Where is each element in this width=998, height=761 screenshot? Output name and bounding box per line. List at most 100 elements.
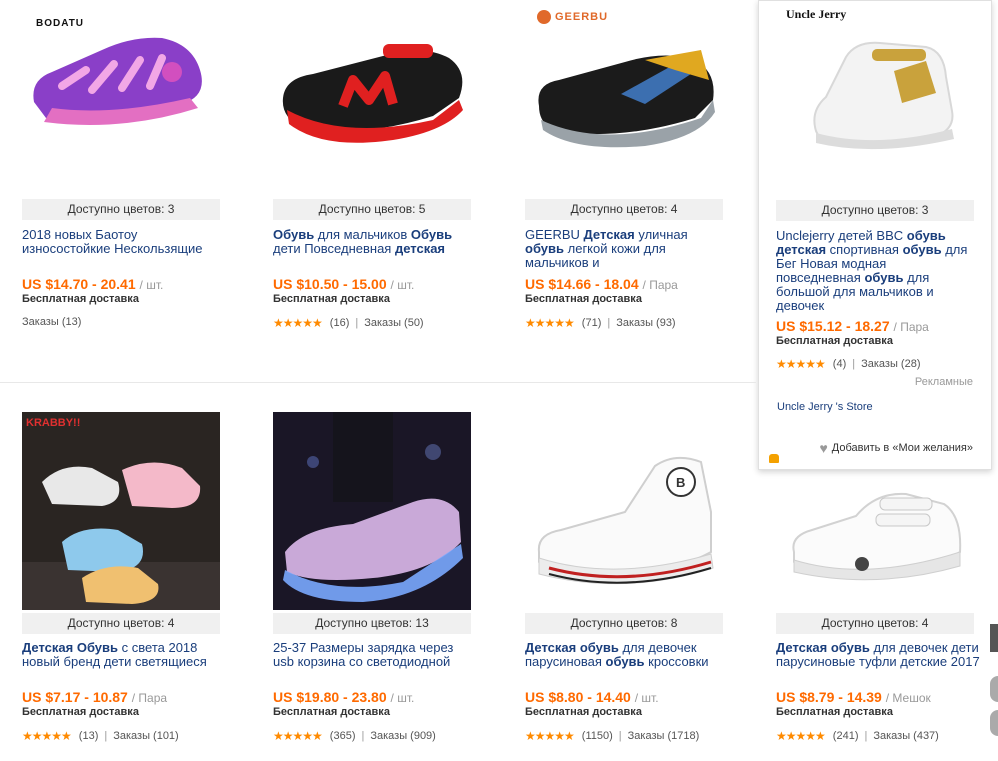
product-card[interactable]: B Доступно цветов: 8 Детская обувь для д…: [525, 412, 723, 752]
product-image[interactable]: [525, 0, 723, 190]
free-shipping: Бесплатная доставка: [22, 706, 139, 718]
product-image[interactable]: [776, 1, 974, 191]
product-card[interactable]: GEERBU Доступно цветов: 4 GEERBU Детская…: [525, 0, 723, 340]
rating-count: (16): [329, 317, 350, 329]
rating-line: ★★★★★ (365) | Заказы (909): [273, 729, 436, 743]
orders-count[interactable]: Заказы (909): [370, 730, 436, 742]
product-title[interactable]: Детская Обувь с света 2018 новый бренд д…: [22, 641, 226, 669]
orders-count: Заказы (13): [22, 316, 82, 328]
free-shipping: Бесплатная доставка: [273, 706, 390, 718]
product-title[interactable]: 25-37 Размеры зарядка через usb корзина …: [273, 641, 477, 669]
product-title[interactable]: Детская обувь для девочек парусиновая об…: [525, 641, 729, 669]
title-keyword: Детская Обувь: [22, 640, 119, 655]
orders-count[interactable]: Заказы (437): [873, 730, 939, 742]
rating-count: (71): [581, 317, 602, 329]
title-text: уличная: [634, 227, 688, 242]
title-keyword: Детская обувь: [776, 640, 870, 655]
title-keyword: Обувь: [410, 227, 453, 242]
brand-logo: GEERBU: [537, 10, 608, 24]
svg-text:KRABBY!!: KRABBY!!: [26, 417, 80, 429]
product-image[interactable]: [776, 412, 974, 610]
product-image[interactable]: [273, 0, 471, 190]
rating-count: (241): [832, 730, 859, 742]
orders-count[interactable]: Заказы (28): [861, 358, 920, 370]
scroll-to-top-tab[interactable]: [990, 624, 998, 652]
available-colors: Доступно цветов: 4: [776, 613, 974, 634]
product-title[interactable]: GEERBU Детская уличная обувь легкой кожи…: [525, 228, 729, 270]
free-shipping: Бесплатная доставка: [273, 293, 390, 305]
price-range: US $7.17 - 10.87 / Пара: [22, 689, 168, 705]
free-shipping: Бесплатная доставка: [22, 293, 139, 305]
separator: |: [355, 317, 359, 329]
title-keyword: обувь: [605, 654, 645, 669]
star-rating: ★★★★★: [273, 316, 323, 330]
title-text: 2018 новых Баотоу износостойкие Нескольз…: [22, 227, 203, 256]
separator: |: [607, 317, 611, 329]
product-title[interactable]: Обувь для мальчиков Обувь дети Повседнев…: [273, 228, 477, 256]
available-colors: Доступно цветов: 5: [273, 199, 471, 220]
price-range: US $14.66 - 18.04 / Пара: [525, 276, 678, 292]
product-image[interactable]: [273, 412, 471, 610]
rating-count: (365): [329, 730, 356, 742]
free-shipping: Бесплатная доставка: [525, 293, 642, 305]
rating-line: ★★★★★ (16) | Заказы (50): [273, 316, 424, 330]
free-shipping: Бесплатная доставка: [776, 706, 893, 718]
separator: |: [864, 730, 868, 742]
orders-count[interactable]: Заказы (1718): [628, 730, 700, 742]
product-card[interactable]: Uncle Jerry Доступно цветов: 3 Unclejerr…: [776, 1, 974, 371]
floating-circle-button[interactable]: [990, 676, 998, 702]
free-shipping: Бесплатная доставка: [525, 706, 642, 718]
product-title[interactable]: 2018 новых Баотоу износостойкие Нескольз…: [22, 228, 226, 256]
product-card[interactable]: Доступно цветов: 4 Детская обувь для дев…: [776, 412, 980, 752]
product-hover-popup[interactable]: Uncle Jerry Доступно цветов: 3 Unclejerr…: [758, 0, 992, 470]
product-title[interactable]: Детская обувь для девочек дети парусинов…: [776, 641, 980, 669]
title-keyword: обувь: [525, 241, 565, 256]
product-card[interactable]: Доступно цветов: 5 Обувь для мальчиков О…: [273, 0, 471, 340]
product-card[interactable]: KRABBY!! Доступно цветов: 4 Детская Обув…: [22, 412, 220, 752]
product-image[interactable]: KRABBY!!: [22, 412, 220, 610]
separator: |: [618, 730, 622, 742]
separator: |: [361, 730, 365, 742]
price-range: US $14.70 - 20.41 / шт.: [22, 276, 164, 292]
price-range: US $8.80 - 14.40 / шт.: [525, 689, 659, 705]
star-rating: ★★★★★: [776, 729, 826, 743]
brand-mark-icon: [537, 10, 551, 24]
title-text: дети Повседневная: [273, 241, 395, 256]
price-range: US $10.50 - 15.00 / шт.: [273, 276, 415, 292]
orders-count[interactable]: Заказы (93): [616, 317, 675, 329]
orders-count[interactable]: Заказы (50): [364, 317, 423, 329]
star-rating: ★★★★★: [776, 357, 826, 371]
price-range: US $19.80 - 23.80 / шт.: [273, 689, 415, 705]
star-rating: ★★★★★: [273, 729, 323, 743]
row-divider: [0, 382, 756, 383]
rating-count: (4): [832, 358, 847, 370]
floating-circle-button[interactable]: [990, 710, 998, 736]
title-text: для мальчиков: [314, 227, 411, 242]
available-colors: Доступно цветов: 3: [776, 200, 974, 221]
product-card[interactable]: Доступно цветов: 13 25-37 Размеры зарядк…: [273, 412, 471, 752]
rating-line: ★★★★★ (4) | Заказы (28): [776, 357, 921, 371]
available-colors: Доступно цветов: 4: [525, 199, 723, 220]
title-text: спортивная: [826, 242, 903, 257]
product-title[interactable]: Unclejerry детей BBC обувь детская спорт…: [776, 229, 974, 313]
rating-line: ★★★★★ (241) | Заказы (437): [776, 729, 939, 743]
title-keyword: обувь: [902, 242, 942, 257]
orders-count[interactable]: Заказы (101): [113, 730, 179, 742]
price-range: US $8.79 - 14.39 / Мешок: [776, 689, 931, 705]
star-rating: ★★★★★: [22, 729, 72, 743]
product-card[interactable]: BODATU Доступно цветов: 3 2018 новых Бао…: [22, 0, 220, 340]
star-rating: ★★★★★: [525, 729, 575, 743]
available-colors: Доступно цветов: 3: [22, 199, 220, 220]
star-rating: ★★★★★: [525, 316, 575, 330]
title-keyword: Детская обувь: [525, 640, 619, 655]
product-image[interactable]: B: [525, 412, 723, 610]
brand-logo: Uncle Jerry: [786, 7, 847, 21]
rating-line: ★★★★★ (71) | Заказы (93): [525, 316, 676, 330]
available-colors: Доступно цветов: 8: [525, 613, 723, 634]
title-text: кроссовки: [644, 654, 709, 669]
available-colors: Доступно цветов: 4: [22, 613, 220, 634]
ad-label: Рекламные: [914, 376, 973, 388]
price-range: US $15.12 - 18.27 / Пара: [776, 318, 929, 334]
orders-line: Заказы (13): [22, 316, 81, 328]
brand-logo: BODATU: [36, 18, 85, 29]
